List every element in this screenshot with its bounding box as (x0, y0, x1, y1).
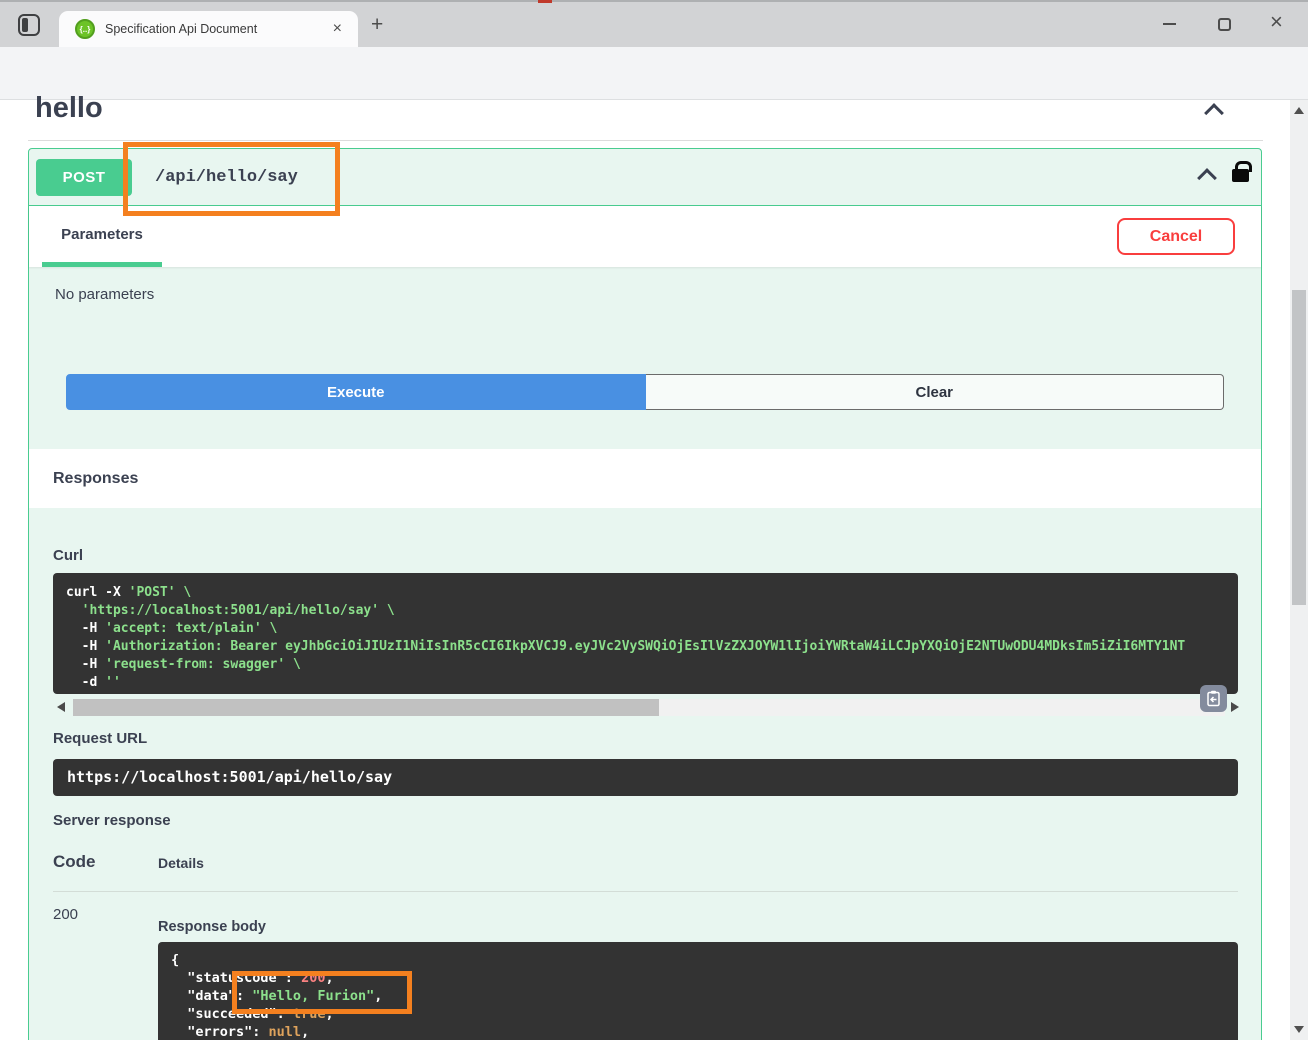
swagger-favicon-icon: {..} (75, 19, 95, 39)
server-response-label: Server response (53, 812, 171, 829)
new-tab-button[interactable]: + (371, 13, 383, 37)
tab-close-icon[interactable]: × (329, 20, 346, 38)
scroll-down-arrow-icon[interactable] (1294, 1026, 1304, 1033)
responses-title: Responses (53, 470, 138, 488)
code-column-header: Code (53, 852, 96, 872)
scroll-up-arrow-icon[interactable] (1294, 107, 1304, 114)
curl-horizontal-scrollbar[interactable] (53, 699, 1243, 716)
minimize-icon (1163, 23, 1176, 25)
request-url-value: https://localhost:5001/api/hello/say (53, 759, 1238, 796)
browser-window: {..} Specification Api Document × + × ← … (0, 0, 1308, 1040)
annotation-box-response-data (232, 971, 412, 1014)
scroll-left-arrow-icon[interactable] (57, 702, 65, 712)
browser-titlebar: {..} Specification Api Document × + × (0, 0, 1308, 47)
scroll-right-arrow-icon[interactable] (1231, 702, 1239, 712)
scrollbar-thumb[interactable] (73, 699, 659, 716)
tab-actions-menu-icon[interactable] (18, 14, 40, 36)
authorization-lock-icon[interactable] (1232, 169, 1249, 182)
copy-to-clipboard-button[interactable] (1200, 685, 1227, 712)
clear-button[interactable]: Clear (646, 374, 1225, 410)
scrollbar-track[interactable] (73, 699, 1225, 716)
browser-toolbar: ← → ↻ https://localhost:5001/index.html … (0, 47, 1308, 100)
details-column-header: Details (158, 855, 204, 871)
window-minimize-button[interactable] (1156, 12, 1182, 36)
swagger-page: hello POST /api/hello/say Parameters Can… (0, 100, 1290, 1040)
execute-button[interactable]: Execute (66, 374, 646, 410)
opblock-post: POST /api/hello/say Parameters Cancel No… (28, 148, 1262, 1040)
tag-collapse-chevron-icon[interactable] (1204, 103, 1224, 123)
responses-section-header: Responses (29, 449, 1261, 508)
annotation-box-endpoint-path (123, 142, 340, 216)
window-close-button[interactable]: × (1270, 9, 1283, 35)
page-vertical-scrollbar[interactable] (1290, 100, 1308, 1040)
status-code-value: 200 (53, 906, 78, 923)
window-maximize-button[interactable] (1211, 12, 1237, 36)
collapse-operation-chevron-icon[interactable] (1197, 168, 1217, 188)
request-url-label: Request URL (53, 730, 147, 747)
curl-label: Curl (53, 547, 83, 564)
http-method-badge: POST (36, 159, 132, 196)
execute-clear-group: Execute Clear (66, 374, 1224, 410)
tag-divider (28, 140, 1263, 141)
vertical-scrollbar-thumb[interactable] (1292, 290, 1306, 605)
tab-title: Specification Api Document (105, 22, 329, 36)
curl-command-code: curl -X 'POST' \ 'https://localhost:5001… (53, 573, 1238, 694)
tag-heading[interactable]: hello (35, 92, 103, 125)
maximize-icon (1218, 18, 1231, 31)
browser-tab[interactable]: {..} Specification Api Document × (59, 11, 358, 47)
cancel-button[interactable]: Cancel (1117, 218, 1235, 255)
response-body-label: Response body (158, 919, 266, 935)
window-top-edge (0, 0, 1308, 2)
background-app-sliver (538, 0, 552, 3)
response-table-divider (53, 891, 1238, 892)
no-parameters-text: No parameters (55, 286, 154, 303)
